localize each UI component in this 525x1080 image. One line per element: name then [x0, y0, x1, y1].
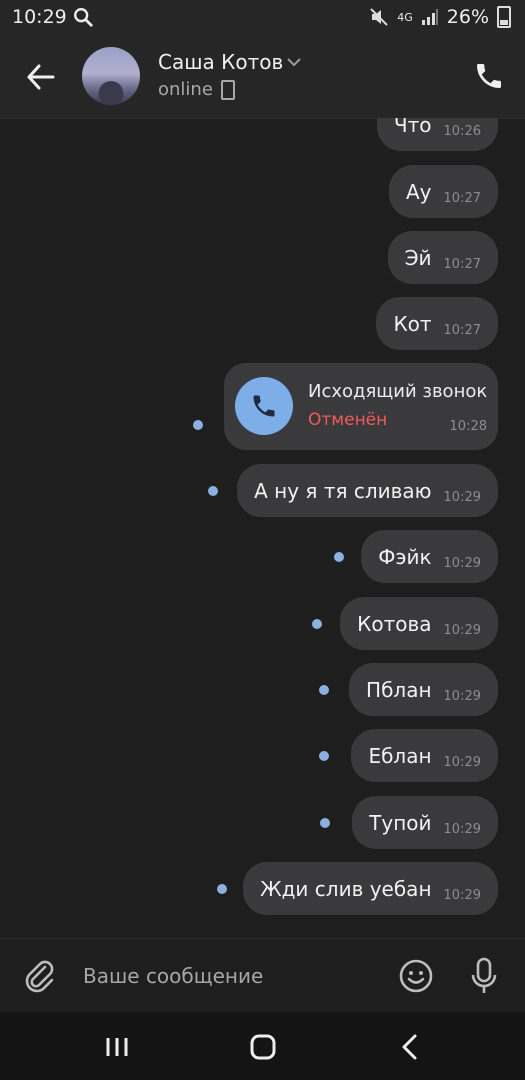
message-time: 10:29 — [443, 689, 481, 704]
message-bubble[interactable]: Еблан 10:29 — [351, 729, 498, 782]
message-text: А ну я тя сливаю — [254, 478, 432, 503]
message-time: 10:29 — [443, 755, 481, 770]
message-time: 10:29 — [443, 822, 481, 837]
unread-dot — [312, 619, 322, 629]
message-text: Жди слив уебан — [260, 876, 432, 901]
message-text: Фэйк — [378, 544, 432, 569]
message-time: 10:29 — [443, 556, 481, 571]
avatar[interactable] — [82, 47, 140, 105]
contact-status: online — [158, 79, 235, 100]
message-time: 10:29 — [443, 490, 481, 505]
back-icon[interactable] — [400, 1034, 420, 1060]
phone-call-icon[interactable] — [473, 60, 505, 92]
emoji-icon[interactable] — [398, 958, 434, 994]
message-composer: Ваше сообщение — [0, 938, 525, 1013]
message-bubble[interactable]: Эй 10:27 — [387, 231, 498, 284]
status-time: 10:29 — [12, 6, 67, 28]
unread-dot — [193, 420, 203, 430]
unread-dot — [320, 818, 330, 828]
message-text: Котова — [357, 611, 432, 636]
back-arrow-icon[interactable] — [24, 60, 58, 94]
message-bubble[interactable]: Котова 10:29 — [340, 597, 498, 650]
message-time: 10:29 — [443, 888, 481, 903]
network-type: 4G — [397, 10, 413, 24]
signal-icon — [421, 9, 438, 25]
message-time: 10:27 — [443, 323, 481, 338]
unread-dot — [217, 884, 227, 894]
message-text: Ау — [406, 179, 432, 204]
call-status: Отменён — [308, 410, 388, 430]
system-nav-bar — [0, 1012, 525, 1080]
mute-icon — [370, 8, 388, 26]
unread-dot — [319, 751, 329, 761]
battery-icon — [497, 6, 511, 28]
message-text: Тупой — [369, 810, 432, 835]
chevron-down-icon[interactable] — [286, 56, 302, 68]
call-title: Исходящий звонок — [308, 381, 488, 402]
home-icon[interactable] — [250, 1034, 276, 1060]
outgoing-call-card[interactable]: Исходящий звонок Отменён 10:28 — [224, 363, 498, 450]
message-text: Кот — [393, 311, 432, 336]
unread-dot — [208, 486, 218, 496]
status-bar: 10:29 4G 26% — [0, 0, 525, 34]
search-icon — [74, 8, 93, 27]
message-bubble[interactable]: Жди слив уебан 10:29 — [243, 862, 498, 915]
battery-level: 26% — [446, 6, 489, 28]
status-right: 4G 26% — [369, 6, 511, 28]
mobile-device-icon — [220, 79, 235, 100]
message-text: Что — [393, 118, 432, 137]
message-text: Еблан — [368, 743, 432, 768]
chat-header: Саша Котов online — [0, 34, 525, 119]
contact-name[interactable]: Саша Котов — [158, 50, 283, 74]
call-time: 10:28 — [449, 419, 487, 434]
recent-apps-icon[interactable] — [104, 1036, 130, 1058]
message-bubble[interactable]: Фэйк 10:29 — [361, 530, 498, 583]
paperclip-icon[interactable] — [22, 959, 58, 995]
message-bubble[interactable]: Ау 10:27 — [389, 165, 498, 218]
call-circle — [235, 377, 293, 435]
message-bubble[interactable]: Что 10:26 — [376, 118, 498, 151]
message-bubble[interactable]: Тупой 10:29 — [352, 796, 498, 849]
message-bubble[interactable]: Пблан 10:29 — [349, 663, 498, 716]
online-label: online — [158, 79, 213, 100]
unread-dot — [319, 685, 329, 695]
message-text: Эй — [404, 245, 432, 270]
message-time: 10:26 — [443, 124, 481, 139]
unread-dot — [334, 552, 344, 562]
message-bubble[interactable]: А ну я тя сливаю 10:29 — [237, 464, 498, 517]
message-bubble[interactable]: Кот 10:27 — [376, 297, 498, 350]
phone-icon — [253, 395, 275, 417]
microphone-icon[interactable] — [468, 956, 500, 996]
message-text: Пблан — [366, 677, 432, 702]
message-time: 10:27 — [443, 257, 481, 272]
message-input[interactable]: Ваше сообщение — [83, 964, 263, 988]
message-time: 10:27 — [443, 191, 481, 206]
message-list[interactable]: Что 10:26 Ау 10:27 Эй 10:27 Кот 10:27 Ис… — [0, 118, 525, 938]
message-time: 10:29 — [443, 623, 481, 638]
